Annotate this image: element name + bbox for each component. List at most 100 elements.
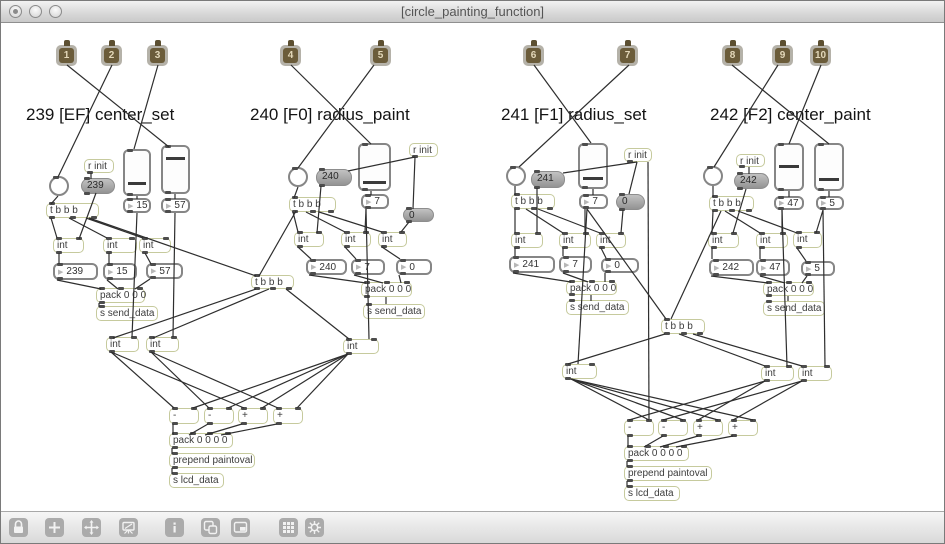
number-box[interactable]: ▶ 0 — [396, 259, 432, 275]
object-box[interactable]: t b b b — [661, 318, 705, 335]
slider-knob[interactable] — [819, 178, 839, 181]
patch-cord[interactable] — [152, 288, 270, 339]
object-box[interactable]: int — [341, 231, 371, 248]
message-box[interactable]: 0 — [616, 193, 645, 211]
object-box[interactable]: pack 0 0 0 0 — [169, 432, 233, 449]
number-box[interactable]: ▶ 7 — [579, 194, 608, 209]
object-box[interactable]: int — [343, 338, 379, 355]
patch-cord[interactable] — [678, 333, 766, 367]
object-box[interactable]: r init — [84, 159, 114, 174]
object-box[interactable]: + — [728, 419, 758, 437]
patch-cord[interactable] — [724, 210, 761, 234]
object-box[interactable]: int — [562, 363, 597, 380]
patch-cord[interactable] — [537, 208, 601, 234]
patch-cord[interactable] — [305, 211, 346, 233]
trigger-number-button[interactable]: 3 — [147, 40, 168, 66]
patch-cord[interactable] — [381, 246, 401, 260]
object-box[interactable]: prepend paintoval — [169, 452, 255, 469]
patch-cord[interactable] — [68, 217, 108, 239]
patch-cord[interactable] — [285, 288, 350, 340]
patch-cord[interactable] — [258, 210, 297, 277]
object-box[interactable]: r init — [409, 143, 438, 158]
object-box[interactable]: - — [204, 407, 234, 425]
bang-button[interactable] — [49, 176, 69, 196]
object-box[interactable]: int — [708, 232, 739, 249]
number-box[interactable]: ▶ 0 — [601, 258, 639, 273]
add-object-icon[interactable] — [45, 518, 64, 537]
object-box[interactable]: r init — [624, 148, 652, 163]
object-box[interactable]: int — [294, 231, 324, 248]
number-box[interactable]: ▶ 240 — [306, 259, 347, 275]
number-box[interactable]: ▶ 5 — [801, 261, 835, 276]
patch-cord[interactable] — [628, 161, 638, 195]
patch-cord[interactable] — [815, 209, 824, 234]
trigger-number-button[interactable]: 9 — [772, 40, 793, 66]
patch-cord[interactable] — [308, 274, 367, 284]
patch-cord[interactable] — [110, 351, 175, 409]
bang-button[interactable] — [506, 166, 526, 186]
object-box[interactable]: pack 0 0 0 — [763, 281, 814, 297]
patch-cord[interactable] — [85, 217, 144, 239]
patch-cord[interactable] — [732, 380, 803, 421]
object-box[interactable]: s send_data — [566, 299, 629, 315]
patch-cord[interactable] — [525, 208, 564, 234]
object-box[interactable]: t b b b — [46, 202, 99, 219]
patch-cord[interactable] — [56, 279, 102, 290]
patch-cord[interactable] — [710, 275, 769, 284]
slider-knob[interactable] — [363, 181, 386, 184]
patch-cord[interactable] — [620, 209, 624, 234]
object-box[interactable]: int — [103, 237, 137, 254]
object-box[interactable]: int — [798, 365, 832, 382]
object-box[interactable]: + — [238, 407, 268, 425]
object-box[interactable]: t b b b — [289, 196, 336, 213]
number-box[interactable]: ▶ 47 — [756, 259, 790, 276]
slider[interactable] — [161, 145, 190, 194]
object-box[interactable]: int — [761, 365, 794, 382]
patch-cord[interactable] — [647, 161, 650, 420]
patch-cord[interactable] — [150, 351, 210, 409]
message-box[interactable]: 242 — [734, 172, 769, 190]
patcher-icon[interactable] — [201, 518, 220, 537]
number-box[interactable]: ▶ 47 — [774, 196, 804, 210]
patch-cord[interactable] — [227, 353, 349, 409]
slider[interactable] — [358, 143, 391, 191]
patch-cord[interactable] — [150, 351, 279, 409]
number-box[interactable]: ▶ 57 — [161, 198, 190, 213]
patch-cord[interactable] — [737, 210, 798, 234]
patch-cord[interactable] — [570, 378, 650, 421]
trigger-number-button[interactable]: 5 — [370, 40, 391, 66]
number-box[interactable]: ▶ 15 — [103, 263, 137, 280]
patch-cord[interactable] — [697, 380, 766, 421]
object-box[interactable]: pack 0 0 0 — [361, 281, 412, 298]
object-box[interactable]: - — [624, 419, 654, 437]
object-box[interactable]: - — [169, 407, 199, 425]
object-box[interactable]: s lcd_data — [624, 485, 680, 501]
subpatcher-icon[interactable] — [231, 518, 250, 537]
move-icon[interactable] — [82, 518, 101, 537]
patch-cord[interactable] — [662, 380, 803, 421]
patch-cord[interactable] — [570, 378, 754, 421]
trigger-number-button[interactable]: 2 — [101, 40, 122, 66]
object-box[interactable]: - — [658, 419, 688, 437]
object-box[interactable]: pack 0 0 0 0 — [624, 445, 689, 462]
trigger-number-button[interactable]: 4 — [280, 40, 301, 66]
patch-cord[interactable] — [344, 246, 357, 260]
patch-cord[interactable] — [796, 247, 807, 262]
object-box[interactable]: + — [693, 419, 723, 437]
patch-cord[interactable] — [297, 246, 312, 260]
bang-button[interactable] — [288, 167, 308, 187]
bang-button[interactable] — [703, 166, 723, 186]
object-box[interactable]: s lcd_data — [169, 472, 224, 488]
object-box[interactable]: int — [596, 232, 626, 249]
patch-cord[interactable] — [296, 353, 349, 409]
title-bar[interactable]: [circle_painting_function] — [1, 1, 944, 23]
patch-cord[interactable] — [412, 156, 416, 210]
object-box[interactable]: int — [53, 237, 84, 254]
number-box[interactable]: ▶ 5 — [816, 196, 844, 210]
object-box[interactable]: int — [756, 232, 788, 249]
number-box[interactable]: ▶ 15 — [123, 198, 151, 213]
object-box[interactable]: pack 0 0 0 — [566, 280, 617, 296]
presentation-icon[interactable] — [119, 518, 138, 537]
object-box[interactable]: t b b b — [251, 274, 294, 290]
message-box[interactable]: 239 — [81, 177, 115, 195]
